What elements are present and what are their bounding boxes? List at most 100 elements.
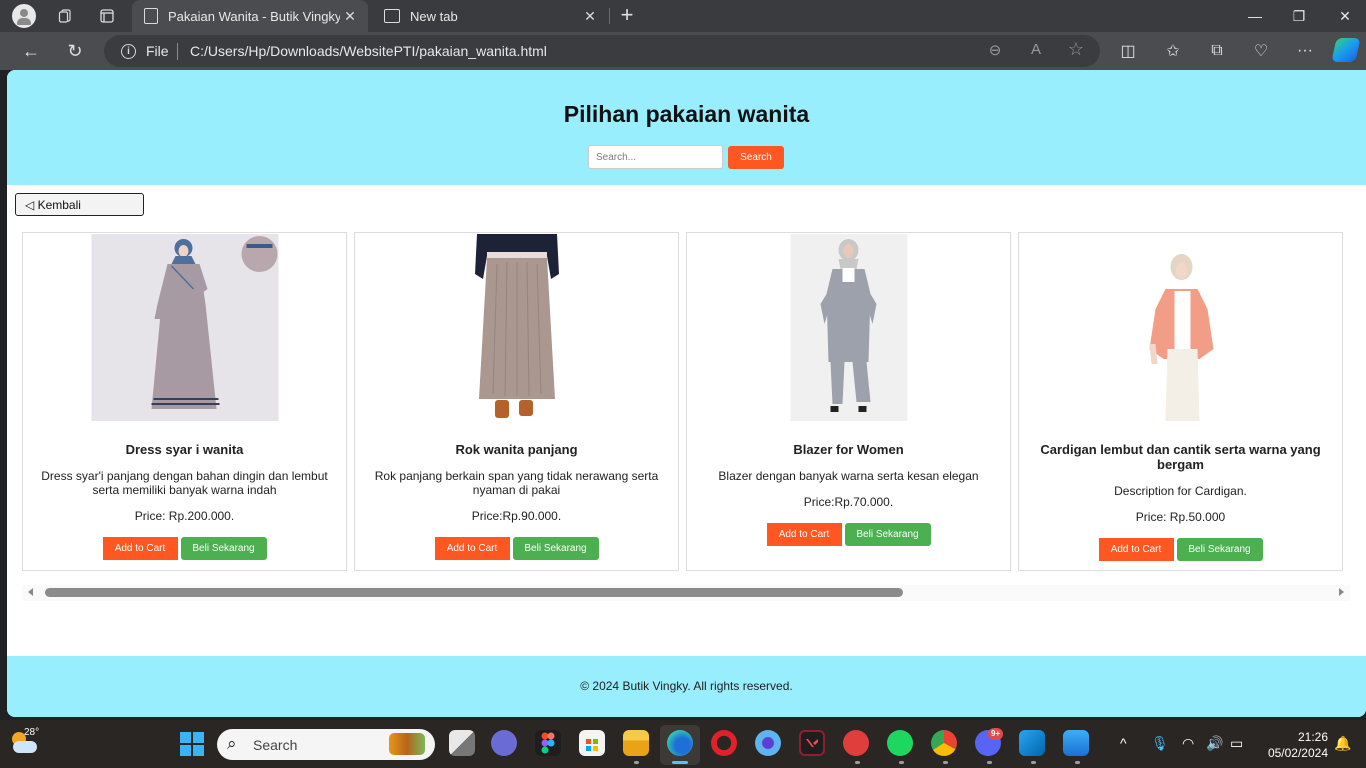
browser-toolbar: ← ↻ i File C:/Users/Hp/Downloads/Website… [0, 32, 1366, 70]
restore-button[interactable]: ❐ [1276, 0, 1322, 32]
cardigan-photo [1087, 234, 1274, 421]
url-text[interactable]: C:/Users/Hp/Downloads/WebsitePTI/pakaian… [190, 43, 547, 59]
product-actions: Add to Cart Beli Sekarang [687, 523, 1010, 546]
product-card: Rok wanita panjang Rok panjang berkain s… [354, 232, 679, 571]
product-price: Price:Rp.90.000. [471, 509, 562, 523]
add-to-cart-button[interactable]: Add to Cart [1098, 538, 1174, 561]
favorites-icon[interactable]: ✩ [1160, 38, 1186, 64]
new-tab-button[interactable]: + [616, 4, 638, 28]
clock-date: 05/02/2024 [1267, 746, 1328, 760]
chrome-icon[interactable] [931, 730, 957, 756]
valorant-icon[interactable] [799, 730, 825, 756]
scroll-left-arrow-icon[interactable] [28, 588, 33, 596]
spotify-icon[interactable] [887, 730, 913, 756]
buy-now-button[interactable]: Beli Sekarang [1176, 538, 1263, 561]
back-button[interactable]: ◁ Kembali [15, 193, 144, 216]
photos-icon[interactable] [1063, 730, 1089, 756]
running-indicator [943, 761, 948, 764]
browser-titlebar: Pakaian Wanita - Butik Vingky ✕ New tab … [0, 0, 1366, 32]
tab-divider [609, 8, 610, 24]
close-tab-icon[interactable]: ✕ [340, 8, 360, 25]
product-actions: Add to Cart Beli Sekarang [23, 537, 346, 560]
show-hidden-icons-chevron[interactable]: ^ [1120, 735, 1127, 751]
running-indicator [634, 761, 639, 764]
task-view-icon[interactable] [449, 730, 475, 756]
active-indicator [672, 761, 688, 764]
back-arrow-icon[interactable]: ← [17, 38, 45, 64]
product-card: Cardigan lembut dan cantik serta warna y… [1018, 232, 1343, 571]
buy-now-button[interactable]: Beli Sekarang [180, 537, 267, 560]
running-indicator [987, 761, 992, 764]
search-input[interactable] [588, 145, 723, 169]
add-to-cart-button[interactable]: Add to Cart [766, 523, 842, 546]
vscode-icon[interactable] [1019, 730, 1045, 756]
new-tab-page-icon [384, 9, 400, 23]
minimize-button[interactable]: — [1232, 0, 1278, 32]
skirt-photo [446, 234, 587, 421]
close-window-button[interactable]: ✕ [1322, 0, 1366, 32]
figma-icon[interactable] [535, 730, 561, 756]
microphone-icon[interactable]: 🎙 [1151, 735, 1169, 752]
volume-icon[interactable]: 🔊 [1206, 735, 1223, 752]
refresh-icon[interactable]: ↻ [61, 38, 89, 64]
product-card: Blazer for Women Blazer dengan banyak wa… [686, 232, 1011, 571]
read-aloud-icon[interactable]: A [1025, 41, 1047, 61]
discord-notification-badge: 9+ [988, 728, 1004, 740]
running-indicator [1075, 761, 1080, 764]
vertical-tabs-icon[interactable] [95, 4, 119, 28]
app-circle-icon[interactable] [755, 730, 781, 756]
product-name: Blazer for Women [793, 442, 904, 457]
site-header: Pilihan pakaian wanita Search [7, 70, 1366, 185]
search-button[interactable]: Search [728, 146, 784, 169]
product-price: Price: Rp.200.000. [134, 509, 235, 523]
close-tab-icon[interactable]: ✕ [580, 8, 600, 25]
system-clock[interactable]: 21:26 05/02/2024 [1262, 729, 1328, 761]
tab-title: New tab [410, 8, 458, 24]
favorite-star-icon[interactable]: ☆ [1065, 39, 1087, 59]
address-bar[interactable]: i File C:/Users/Hp/Downloads/WebsitePTI/… [104, 35, 1100, 67]
add-to-cart-button[interactable]: Add to Cart [434, 537, 510, 560]
microsoft-store-icon[interactable] [579, 730, 605, 756]
info-icon[interactable]: i [121, 44, 136, 59]
weather-temperature: 28° [24, 727, 40, 738]
product-price: Price:Rp.70.000. [803, 495, 894, 509]
split-screen-icon[interactable]: ◫ [1115, 38, 1141, 64]
clock-time: 21:26 [1297, 730, 1328, 744]
battery-icon[interactable]: ▭ [1230, 735, 1243, 752]
taskbar-search-label: Search [253, 737, 298, 753]
add-to-cart-button[interactable]: Add to Cart [102, 537, 178, 560]
wps-office-icon[interactable] [843, 730, 869, 756]
zoom-out-icon[interactable]: ⊖ [984, 41, 1006, 61]
tab-new-tab[interactable]: New tab ✕ [372, 0, 608, 32]
product-name: Rok wanita panjang [455, 442, 578, 457]
browser-essentials-icon[interactable]: ♡ [1248, 38, 1274, 64]
buy-now-button[interactable]: Beli Sekarang [512, 537, 599, 560]
file-explorer-icon[interactable] [623, 730, 649, 756]
dress-photo [91, 234, 278, 421]
running-indicator [1031, 761, 1036, 764]
windows-start-icon[interactable] [180, 732, 204, 756]
running-indicator [899, 761, 904, 764]
running-indicator [855, 761, 860, 764]
scroll-right-arrow-icon[interactable] [1339, 588, 1344, 596]
workspaces-icon[interactable] [53, 4, 77, 28]
wifi-icon[interactable]: ◠ [1182, 735, 1194, 752]
more-options-icon[interactable]: ··· [1292, 38, 1318, 64]
opera-icon[interactable] [711, 730, 737, 756]
edge-icon[interactable] [667, 730, 693, 756]
product-description: Dress syar'i panjang dengan bahan dingin… [41, 469, 328, 497]
teams-chat-icon[interactable] [491, 730, 517, 756]
product-list: Dress syar i wanita Dress syar'i panjang… [22, 232, 1350, 572]
taskbar-search[interactable]: ⌕ Search [217, 729, 435, 760]
tab-pakaian-wanita[interactable]: Pakaian Wanita - Butik Vingky ✕ [132, 0, 368, 32]
scrollbar-thumb[interactable] [45, 588, 903, 597]
product-description: Blazer dengan banyak warna serta kesan e… [718, 469, 979, 483]
profile-avatar-icon[interactable] [12, 4, 36, 28]
collections-icon[interactable]: ⧉ [1204, 38, 1230, 64]
tab-title: Pakaian Wanita - Butik Vingky [168, 8, 340, 24]
page-title: Pilihan pakaian wanita [563, 101, 810, 127]
buy-now-button[interactable]: Beli Sekarang [844, 523, 931, 546]
notifications-bell-icon[interactable]: 🔔 [1334, 735, 1351, 752]
horizontal-scrollbar[interactable] [22, 585, 1350, 601]
page-viewport: Pilihan pakaian wanita Search ◁ Kembali [7, 70, 1366, 717]
